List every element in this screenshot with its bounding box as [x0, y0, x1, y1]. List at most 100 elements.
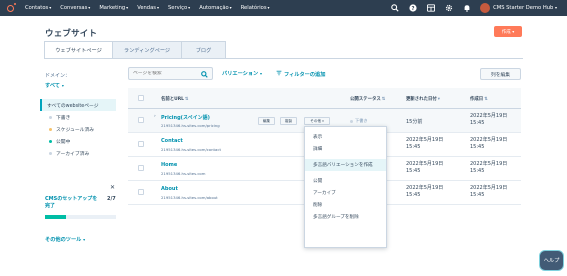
filter-icon	[276, 70, 282, 78]
help-icon[interactable]: ?	[408, 4, 417, 13]
status-dot-icon	[49, 127, 52, 131]
more-actions-menu: 表示 詳細 多言語バリエーションを作成 公開 アーカイブ 削除 多言語グループを…	[304, 126, 387, 248]
close-icon[interactable]: ✕	[110, 184, 115, 191]
tab-landing-pages[interactable]: ランディングページ	[112, 41, 182, 58]
updated-date: 2022年5月19日 15:45	[406, 161, 444, 174]
tab-divider	[44, 58, 523, 59]
column-header-updated[interactable]: 更新された日付▾	[406, 96, 440, 102]
content-tabs: ウェブサイトページ ランディングページ ブログ	[44, 41, 226, 58]
column-header-status[interactable]: 公開ステータス⇅	[350, 96, 385, 102]
tab-website-pages[interactable]: ウェブサイトページ	[44, 41, 113, 58]
chevron-down-icon: ▾	[229, 5, 232, 10]
chevron-right-icon[interactable]: ›	[154, 114, 156, 119]
select-all-checkbox[interactable]	[138, 95, 144, 103]
avatar[interactable]	[480, 3, 491, 13]
search-icon[interactable]	[390, 4, 399, 13]
gear-icon[interactable]	[444, 4, 453, 13]
page-name-link[interactable]: Contact	[161, 138, 183, 144]
chevron-down-icon: ▾	[512, 29, 515, 34]
sidebar-item-scheduled[interactable]: スケジュール済み	[40, 123, 116, 135]
sidebar-item-draft[interactable]: 下書き	[40, 111, 116, 123]
row-checkbox[interactable]	[138, 117, 144, 123]
sort-icon: ▾	[437, 97, 440, 102]
more-actions-button[interactable]: その他 ▾	[304, 117, 330, 125]
search-icon[interactable]	[201, 71, 208, 80]
column-header-created[interactable]: 作成日⇅	[470, 96, 488, 102]
page-url: 21951346.hs-sites.com	[161, 171, 206, 176]
updated-date: 15分前	[406, 119, 423, 125]
table-header: 名前とURL⇅ 公開ステータス⇅ 更新された日付▾ 作成日⇅	[128, 88, 521, 109]
chevron-down-icon: ▾	[260, 71, 263, 76]
updated-date: 2022年5月19日 15:45	[406, 185, 444, 198]
chevron-down-icon: ▾	[554, 5, 557, 10]
status-dot-icon	[49, 139, 52, 143]
row-checkbox[interactable]	[138, 141, 144, 147]
chevron-down-icon: ▾	[83, 237, 86, 242]
nav-item-service[interactable]: Serviço▾	[168, 5, 190, 11]
sidebar-item-published[interactable]: 公開中	[40, 135, 116, 147]
status-badge: 下書き	[350, 118, 368, 124]
menu-item-archive[interactable]: アーカイブ	[305, 187, 386, 199]
nav-item-sales[interactable]: Vendas▾	[137, 5, 159, 11]
more-tools-dropdown[interactable]: その他のツール ▾	[45, 236, 85, 243]
menu-item-delete-language-group[interactable]: 多言語グループを削除	[305, 211, 386, 223]
hubspot-logo-icon[interactable]	[7, 2, 16, 12]
create-button[interactable]: 作成 ▾	[494, 26, 522, 37]
sort-icon: ⇅	[184, 97, 189, 102]
created-date: 2022年5月19日 15:45	[470, 161, 508, 174]
setup-progress-bar	[45, 215, 116, 219]
page-name-link[interactable]: About	[161, 186, 178, 192]
tab-blog[interactable]: ブログ	[181, 41, 226, 58]
chevron-down-icon: ▾	[267, 5, 270, 10]
page-search	[128, 67, 213, 80]
clone-button[interactable]: 複製	[280, 117, 297, 125]
nav-item-reports[interactable]: Relatórios▾	[241, 5, 270, 11]
page-name-link[interactable]: Home	[161, 162, 177, 168]
chevron-down-icon: ▾	[61, 83, 64, 88]
column-header-name[interactable]: 名前とURL⇅	[161, 96, 189, 102]
nav-item-automation[interactable]: Automação▾	[199, 5, 232, 11]
row-checkbox[interactable]	[138, 165, 144, 171]
menu-item-view[interactable]: 表示	[305, 131, 386, 143]
status-dot-icon	[49, 115, 52, 119]
top-nav: Contatos▾ Conversas▾ Marketing▾ Vendas▾ …	[0, 0, 567, 16]
account-menu[interactable]: CMS Starter Demo Hub ▾	[493, 5, 557, 11]
variation-dropdown[interactable]: バリエーション ▾	[222, 70, 262, 77]
page-url: 21951346.hs-sites.com/pricing	[161, 123, 220, 128]
help-button[interactable]: ヘルプ	[539, 250, 564, 271]
sidebar-item-archived[interactable]: アーカイブ済み	[40, 147, 116, 159]
edit-columns-button[interactable]: 列を編集	[480, 68, 521, 80]
menu-item-details[interactable]: 詳細	[305, 143, 386, 155]
status-dot-icon	[49, 151, 52, 155]
page-title: ウェブサイト	[45, 29, 98, 39]
add-filter-button[interactable]: フィルターの追加	[276, 70, 325, 78]
status-dot-icon	[350, 119, 353, 123]
search-input[interactable]	[133, 71, 199, 76]
sidebar-item-all-pages[interactable]: すべてのwebsiteページ	[40, 99, 116, 111]
menu-item-publish[interactable]: 公開	[305, 175, 386, 187]
row-checkbox[interactable]	[138, 189, 144, 195]
domain-label: ドメイン：	[45, 73, 71, 79]
domain-dropdown[interactable]: すべて ▾	[45, 82, 64, 89]
menu-item-delete[interactable]: 削除	[305, 199, 386, 211]
chevron-down-icon: ▾	[157, 5, 160, 10]
page-url: 21951346.hs-sites.com/contact	[161, 147, 221, 152]
page-name-link[interactable]: Pricing(スペイン語)	[161, 114, 210, 121]
menu-item-create-language-variation[interactable]: 多言語バリエーションを作成	[305, 159, 386, 171]
bell-icon[interactable]	[462, 4, 471, 13]
nav-item-conversations[interactable]: Conversas▾	[60, 5, 90, 11]
created-date: 2022年5月19日 15:45	[470, 113, 508, 126]
setup-progress-count: 2/7	[107, 196, 116, 202]
chevron-down-icon: ▾	[322, 119, 324, 123]
cms-setup-link[interactable]: CMSのセットアップを完了	[45, 196, 101, 210]
edit-button[interactable]: 編集	[258, 117, 275, 125]
marketplace-icon[interactable]	[426, 4, 435, 13]
nav-item-contacts[interactable]: Contatos▾	[25, 5, 51, 11]
setup-progress-fill	[45, 215, 66, 219]
updated-date: 2022年5月19日 15:45	[406, 137, 444, 150]
page-filter-list: すべてのwebsiteページ 下書き スケジュール済み 公開中 アーカイブ済み	[40, 99, 116, 159]
sort-icon: ⇅	[484, 97, 488, 102]
nav-item-marketing[interactable]: Marketing▾	[99, 5, 128, 11]
chevron-down-icon: ▾	[49, 5, 52, 10]
svg-text:?: ?	[411, 6, 414, 12]
